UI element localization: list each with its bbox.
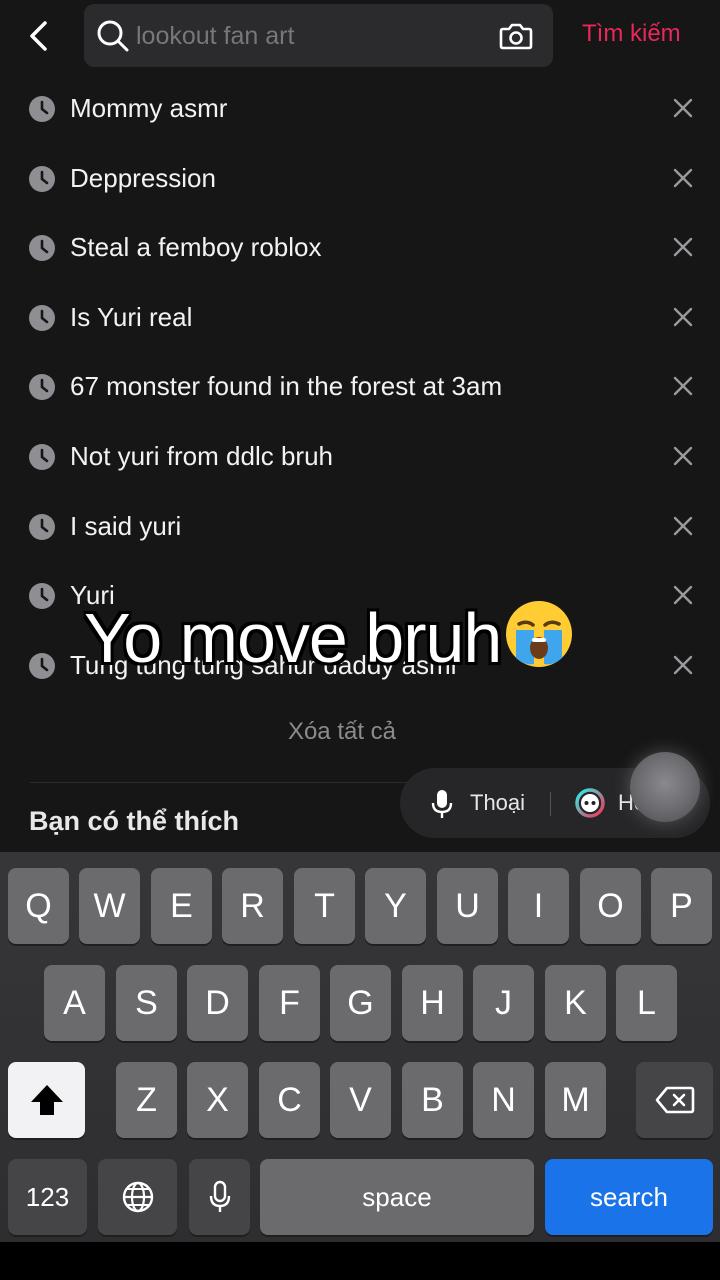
clear-all-button[interactable]: Xóa tất cả: [0, 718, 684, 746]
clock-icon: [29, 96, 55, 122]
key-e[interactable]: E: [151, 868, 212, 944]
key-b[interactable]: B: [402, 1062, 463, 1138]
numbers-key[interactable]: 123: [8, 1159, 87, 1235]
close-icon[interactable]: [672, 515, 694, 537]
key-z[interactable]: Z: [116, 1062, 177, 1138]
globe-key[interactable]: [98, 1159, 177, 1235]
bottom-bar: [0, 1242, 720, 1280]
key-h[interactable]: H: [402, 965, 463, 1041]
section-title-you-may-like: Bạn có thể thích: [29, 806, 240, 836]
key-m[interactable]: M: [545, 1062, 606, 1138]
close-icon[interactable]: [672, 584, 694, 606]
clock-icon: [29, 165, 55, 192]
key-x[interactable]: X: [187, 1062, 248, 1138]
key-u[interactable]: U: [437, 868, 498, 944]
loudly-crying-face-icon: [506, 601, 573, 667]
floating-assistive-button[interactable]: [630, 752, 700, 822]
history-item[interactable]: Steal a femboy roblox: [0, 213, 720, 283]
history-item[interactable]: Not yuri from ddlc bruh: [0, 422, 720, 492]
key-o[interactable]: O: [580, 868, 641, 944]
clock-icon: [29, 304, 55, 331]
history-item[interactable]: Deppression: [0, 144, 720, 214]
key-q[interactable]: Q: [8, 868, 69, 944]
chevron-left-icon: [30, 21, 47, 51]
history-item-label: I said yuri: [70, 510, 182, 541]
clock-icon: [29, 374, 55, 401]
key-s[interactable]: S: [116, 965, 177, 1041]
history-item-label: Mommy asmr: [70, 93, 228, 123]
close-icon[interactable]: [672, 445, 694, 467]
dictation-key[interactable]: [189, 1159, 250, 1235]
search-bar[interactable]: [84, 4, 553, 67]
backspace-icon: [655, 1086, 694, 1114]
globe-icon: [122, 1181, 153, 1213]
key-w[interactable]: W: [79, 868, 140, 944]
voice-button[interactable]: Thoại: [470, 790, 525, 816]
overlay-caption: Yo move bruh: [84, 598, 575, 678]
history-item[interactable]: Is Yuri real: [0, 283, 720, 353]
search-input[interactable]: [134, 14, 478, 58]
key-t[interactable]: T: [294, 868, 355, 944]
overlay-caption-text: Yo move bruh: [84, 599, 502, 677]
clock-icon: [29, 652, 55, 679]
clock-icon: [29, 583, 55, 610]
pill-separator: [550, 792, 551, 816]
key-f[interactable]: F: [259, 965, 320, 1041]
camera-icon[interactable]: [499, 20, 533, 52]
clock-icon: [29, 235, 55, 262]
search-submit-button[interactable]: Tìm kiếm: [582, 20, 681, 48]
history-item-label: Deppression: [70, 162, 216, 193]
back-button[interactable]: [22, 18, 58, 54]
key-g[interactable]: G: [330, 965, 391, 1041]
close-icon[interactable]: [672, 654, 694, 676]
history-item-label: Not yuri from ddlc bruh: [70, 440, 333, 471]
history-item[interactable]: Mommy asmr: [0, 74, 720, 144]
microphone-icon: [209, 1180, 230, 1212]
key-d[interactable]: D: [187, 965, 248, 1041]
key-i[interactable]: I: [508, 868, 569, 944]
close-icon[interactable]: [672, 167, 694, 189]
key-j[interactable]: J: [473, 965, 534, 1041]
ai-assistant-icon[interactable]: [574, 787, 606, 819]
microphone-icon[interactable]: [430, 788, 454, 820]
key-n[interactable]: N: [473, 1062, 534, 1138]
close-icon[interactable]: [672, 375, 694, 397]
history-item-label: Steal a femboy roblox: [70, 232, 322, 263]
close-icon[interactable]: [672, 236, 694, 258]
key-v[interactable]: V: [330, 1062, 391, 1138]
clock-icon: [29, 513, 55, 540]
key-c[interactable]: C: [259, 1062, 320, 1138]
close-icon[interactable]: [672, 306, 694, 328]
key-p[interactable]: P: [651, 868, 712, 944]
shift-arrow-icon: [30, 1085, 63, 1115]
on-screen-keyboard: Q W E R T Y U I O P A S D F G H J K L Z …: [0, 852, 720, 1242]
close-icon[interactable]: [672, 97, 694, 119]
search-icon: [97, 20, 129, 52]
clock-icon: [29, 443, 55, 470]
key-l[interactable]: L: [616, 965, 677, 1041]
key-a[interactable]: A: [44, 965, 105, 1041]
shift-key[interactable]: [8, 1062, 85, 1138]
history-item[interactable]: 67 monster found in the forest at 3am: [0, 352, 720, 422]
keyboard-search-key[interactable]: search: [545, 1159, 713, 1235]
key-k[interactable]: K: [545, 965, 606, 1041]
history-item-label: 67 monster found in the forest at 3am: [70, 371, 503, 402]
key-y[interactable]: Y: [365, 868, 426, 944]
key-r[interactable]: R: [222, 868, 283, 944]
backspace-key[interactable]: [636, 1062, 713, 1138]
space-key[interactable]: space: [260, 1159, 534, 1235]
history-item-label: Is Yuri real: [70, 301, 193, 332]
history-item[interactable]: I said yuri: [0, 492, 720, 562]
